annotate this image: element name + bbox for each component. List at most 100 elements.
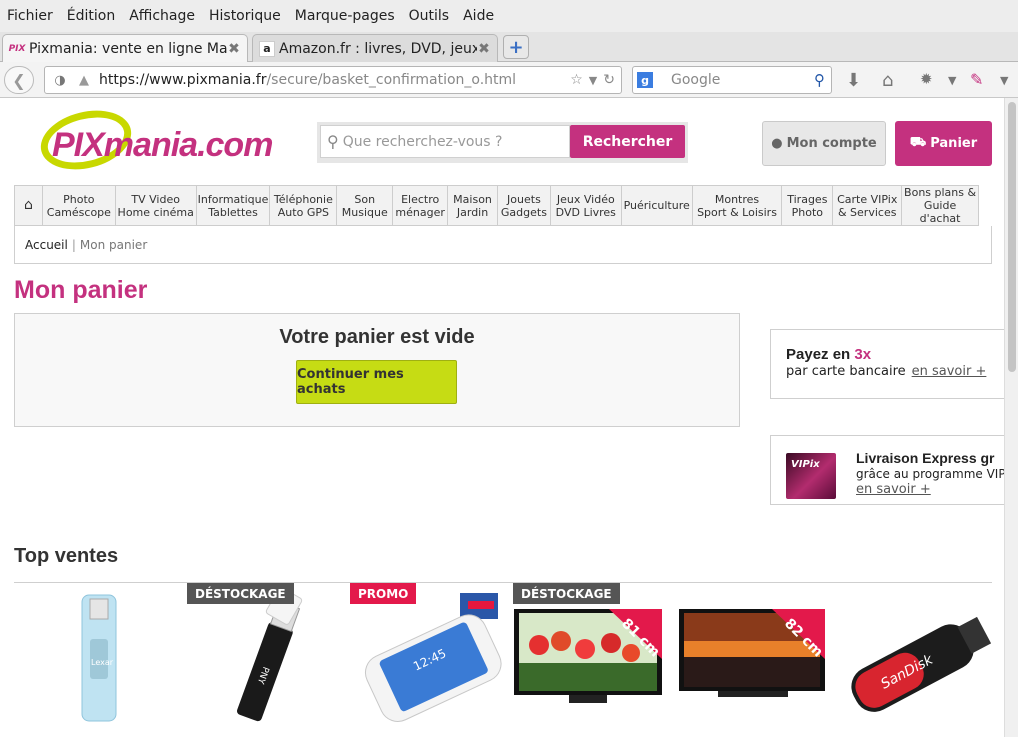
breadcrumb-home[interactable]: Accueil bbox=[25, 238, 68, 252]
search-icon[interactable]: ⚲ bbox=[814, 71, 825, 89]
web-search-input[interactable]: Google bbox=[671, 72, 814, 88]
category-nav: ⌂ Photo Caméscope TV Video Home cinéma Inf… bbox=[14, 185, 979, 226]
product-badge: DÉSTOCKAGE bbox=[513, 583, 620, 604]
cart-button[interactable]: ⛟ Panier bbox=[895, 121, 992, 166]
menu-edition[interactable]: Édition bbox=[67, 8, 115, 24]
product-card[interactable]: PNY DÉSTOCKAGE bbox=[187, 583, 347, 737]
reload-icon[interactable]: ↻ bbox=[603, 72, 615, 88]
product-card[interactable]: Lexar bbox=[20, 583, 180, 737]
nav-category[interactable]: TV Video Home cinéma bbox=[116, 186, 197, 225]
empty-cart-box: Votre panier est vide Continuer mes acha… bbox=[14, 313, 740, 427]
pixmania-favicon-icon: PIX bbox=[8, 43, 26, 54]
empty-cart-message: Votre panier est vide bbox=[279, 326, 475, 348]
cart-icon: ⛟ bbox=[909, 135, 927, 150]
chevron-down-icon[interactable]: ▼ bbox=[948, 74, 956, 87]
product-image-usb-sandisk: SanDisk bbox=[851, 616, 992, 712]
new-tab-button[interactable]: + bbox=[503, 35, 529, 59]
web-search-bar[interactable]: g Google ⚲ bbox=[632, 66, 832, 94]
close-tab-icon[interactable]: ✖ bbox=[477, 41, 491, 57]
extension-icon[interactable]: ✹ bbox=[920, 70, 933, 88]
menu-marque-pages[interactable]: Marque-pages bbox=[295, 8, 395, 24]
nav-category[interactable]: Tirages Photo bbox=[782, 186, 834, 225]
product-badge: PROMO bbox=[350, 583, 417, 604]
pixmania-logo[interactable]: PIXmania.com bbox=[34, 101, 294, 179]
google-engine-icon[interactable]: g bbox=[637, 72, 653, 88]
breadcrumb: Accueil | Mon panier bbox=[14, 226, 992, 264]
promo-delivery-link[interactable]: en savoir + bbox=[856, 482, 931, 497]
nav-category[interactable]: Montres Sport & Loisirs bbox=[693, 186, 783, 225]
home-icon[interactable]: ⌂ bbox=[882, 70, 893, 91]
nav-category[interactable]: Bons plans & Guide d'achat bbox=[902, 186, 978, 225]
vertical-scrollbar[interactable] bbox=[1004, 98, 1018, 737]
product-badge: DÉSTOCKAGE bbox=[187, 583, 294, 604]
promo-pay-title: Payez en 3x bbox=[786, 346, 872, 363]
product-card[interactable]: 12:45 PROMO bbox=[350, 583, 510, 737]
site-search-input[interactable]: ⚲ Que recherchez-vous ? bbox=[320, 125, 570, 158]
product-card[interactable]: 81 cm DÉSTOCKAGE bbox=[513, 583, 673, 737]
url-bar[interactable]: ◑ ▲ https://www.pixmania.fr/secure/baske… bbox=[44, 66, 622, 94]
extension-brush-icon[interactable]: ✎ bbox=[970, 70, 983, 89]
site-search-placeholder: Que recherchez-vous ? bbox=[342, 133, 503, 150]
promo-delivery-subtitle: grâce au programme VIPi bbox=[856, 467, 1004, 481]
amazon-favicon-icon: a bbox=[259, 40, 275, 57]
search-icon: ⚲ bbox=[327, 132, 339, 151]
back-button[interactable]: ❮ bbox=[4, 66, 34, 94]
shield-icon[interactable]: ◑ bbox=[51, 73, 69, 88]
close-tab-icon[interactable]: ✖ bbox=[227, 41, 241, 57]
chevron-down-icon[interactable]: ▼ bbox=[589, 74, 597, 87]
warning-icon[interactable]: ▲ bbox=[75, 73, 93, 88]
product-image-smartphone: 12:45 bbox=[364, 593, 502, 722]
user-icon: ● bbox=[771, 136, 783, 151]
nav-category[interactable]: Puériculture bbox=[622, 186, 693, 225]
url-text: https://www.pixmania.fr/secure/basket_co… bbox=[99, 72, 517, 88]
lexar-label: Lexar bbox=[91, 658, 114, 667]
bookmark-star-icon[interactable]: ☆ bbox=[570, 72, 583, 88]
nav-category[interactable]: Informatique Tablettes bbox=[197, 186, 271, 225]
menu-aide[interactable]: Aide bbox=[463, 8, 494, 24]
product-image-usb-pny: PNY bbox=[237, 587, 303, 722]
vipix-card-image: VIPix bbox=[786, 453, 836, 499]
nav-category[interactable]: Maison Jardin bbox=[448, 186, 498, 225]
nav-category[interactable]: Jeux Vidéo DVD Livres bbox=[551, 186, 622, 225]
product-card[interactable]: SanDisk bbox=[840, 583, 1000, 737]
nav-home[interactable]: ⌂ bbox=[15, 186, 43, 225]
cart-label: Panier bbox=[930, 136, 978, 151]
promo-pay-link[interactable]: en savoir + bbox=[912, 364, 987, 379]
scrollbar-thumb[interactable] bbox=[1008, 102, 1016, 372]
menu-outils[interactable]: Outils bbox=[409, 8, 449, 24]
nav-category[interactable]: Electro ménager bbox=[393, 186, 449, 225]
nav-bar: ❮ ◑ ▲ https://www.pixmania.fr/secure/bas… bbox=[0, 62, 1018, 98]
nav-category[interactable]: Téléphonie Auto GPS bbox=[270, 186, 338, 225]
breadcrumb-separator: | bbox=[71, 237, 76, 252]
product-image-tv-tulips: 81 cm bbox=[514, 609, 663, 703]
tab-pixmania[interactable]: PIX Pixmania: vente en ligne Mat... ✖ bbox=[2, 34, 248, 62]
menu-affichage[interactable]: Affichage bbox=[129, 8, 195, 24]
menu-historique[interactable]: Historique bbox=[209, 8, 281, 24]
nav-category[interactable]: Son Musique bbox=[337, 186, 394, 225]
back-arrow-icon: ❮ bbox=[12, 70, 26, 90]
promo-pay-3x: Payez en 3x par carte bancaire en savoir … bbox=[770, 329, 1004, 399]
page-title: Mon panier bbox=[14, 276, 148, 304]
tab-amazon[interactable]: a Amazon.fr : livres, DVD, jeux ... ✖ bbox=[252, 34, 498, 62]
menu-fichier[interactable]: Fichier bbox=[7, 8, 53, 24]
tab-title: Pixmania: vente en ligne Mat... bbox=[29, 40, 227, 57]
product-image-tv-sunset: 82 cm bbox=[679, 609, 826, 697]
product-card[interactable]: 82 cm bbox=[678, 583, 838, 737]
continue-shopping-button[interactable]: Continuer mes achats bbox=[296, 360, 457, 404]
nav-category[interactable]: Photo Caméscope bbox=[43, 186, 116, 225]
download-icon[interactable]: ⬇ bbox=[846, 70, 861, 91]
promo-delivery: VIPix Livraison Express gr grâce au prog… bbox=[770, 435, 1004, 505]
breadcrumb-current: Mon panier bbox=[79, 237, 148, 252]
web-page: PIXmania.com ⚲ Que recherchez-vous ? Rec… bbox=[0, 98, 1004, 737]
nav-category[interactable]: Jouets Gadgets bbox=[498, 186, 551, 225]
account-label: Mon compte bbox=[786, 136, 877, 151]
search-button[interactable]: Rechercher bbox=[570, 125, 685, 158]
nav-category[interactable]: Carte VIPix & Services bbox=[833, 186, 903, 225]
top-sales-title: Top ventes bbox=[14, 545, 992, 583]
account-button[interactable]: ● Mon compte bbox=[762, 121, 886, 166]
site-search: ⚲ Que recherchez-vous ? Rechercher bbox=[317, 122, 688, 163]
product-image-usb-lexar: Lexar bbox=[81, 594, 117, 722]
chevron-down-icon[interactable]: ▼ bbox=[1000, 74, 1008, 87]
tab-title: Amazon.fr : livres, DVD, jeux ... bbox=[279, 40, 477, 57]
promo-delivery-title: Livraison Express gr bbox=[856, 450, 995, 466]
